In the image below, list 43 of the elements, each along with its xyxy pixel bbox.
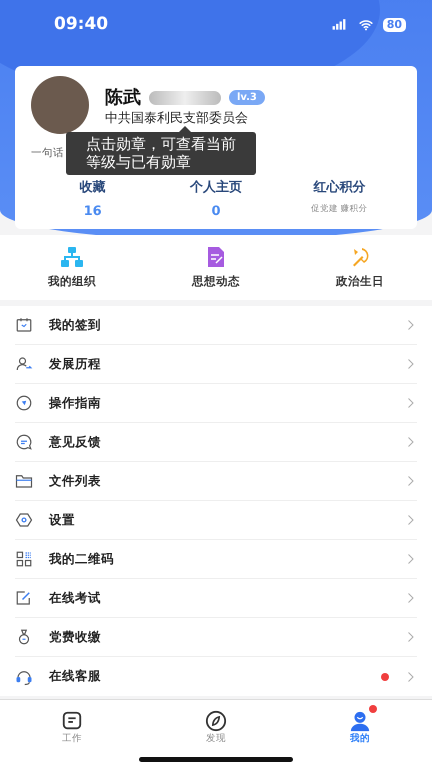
- menu-item[interactable]: 设置: [15, 501, 417, 540]
- settings-icon: [15, 511, 33, 529]
- compass-icon: [15, 394, 33, 412]
- document-icon: [61, 710, 83, 732]
- tooltip-pointer: [179, 126, 191, 132]
- wifi-icon: [356, 18, 375, 32]
- calendar-icon: [15, 316, 33, 334]
- grid-icon: [15, 550, 33, 568]
- person-icon: [349, 710, 371, 732]
- chat-bubble-icon: [15, 433, 33, 451]
- status-time: 09:40: [54, 13, 108, 36]
- menu-item[interactable]: 发展历程: [15, 345, 417, 384]
- stat-value: 0: [210, 202, 222, 220]
- org-chart-icon[interactable]: [60, 244, 84, 269]
- tab[interactable]: 我的: [288, 700, 432, 768]
- shortcut-label[interactable]: 政治生日: [336, 272, 384, 290]
- menu-item[interactable]: 文件列表: [15, 462, 417, 501]
- menu-item[interactable]: 我的二维码: [15, 540, 417, 579]
- tab[interactable]: 工作: [0, 700, 144, 768]
- menu-item[interactable]: 操作指南: [15, 384, 417, 423]
- tooltip: 点击勋章，可查看当前等级与已有勋章: [66, 132, 256, 175]
- edit-icon: [15, 589, 33, 607]
- shortcut-label[interactable]: 思想动态: [192, 272, 240, 290]
- menu-item[interactable]: 在线客服: [15, 657, 417, 696]
- signature-text: 一句话: [31, 146, 64, 160]
- shortcut-label[interactable]: 我的组织: [48, 272, 96, 290]
- stat-label[interactable]: 收藏: [31, 178, 154, 198]
- user-name: 陈武: [105, 86, 141, 110]
- stat-label[interactable]: 红心积分: [278, 178, 401, 198]
- stat-note: 促党建 赚积分: [310, 202, 369, 216]
- medal-badge[interactable]: [149, 90, 221, 104]
- battery-indicator: 80: [382, 18, 406, 32]
- menu-item[interactable]: 我的签到: [15, 306, 417, 345]
- menu-item[interactable]: 党费收缴: [15, 618, 417, 657]
- stat-value: 16: [82, 202, 103, 220]
- compass-icon: [205, 710, 227, 732]
- folder-icon: [15, 472, 33, 490]
- menu-item[interactable]: 意见反馈: [15, 423, 417, 462]
- person-icon: [15, 355, 33, 373]
- stat-label[interactable]: 个人主页: [154, 178, 278, 198]
- organization-name: 中共国泰利民支部委员会: [105, 111, 249, 126]
- menu-item[interactable]: 在线考试: [15, 579, 417, 618]
- tab[interactable]: 发现: [144, 700, 288, 768]
